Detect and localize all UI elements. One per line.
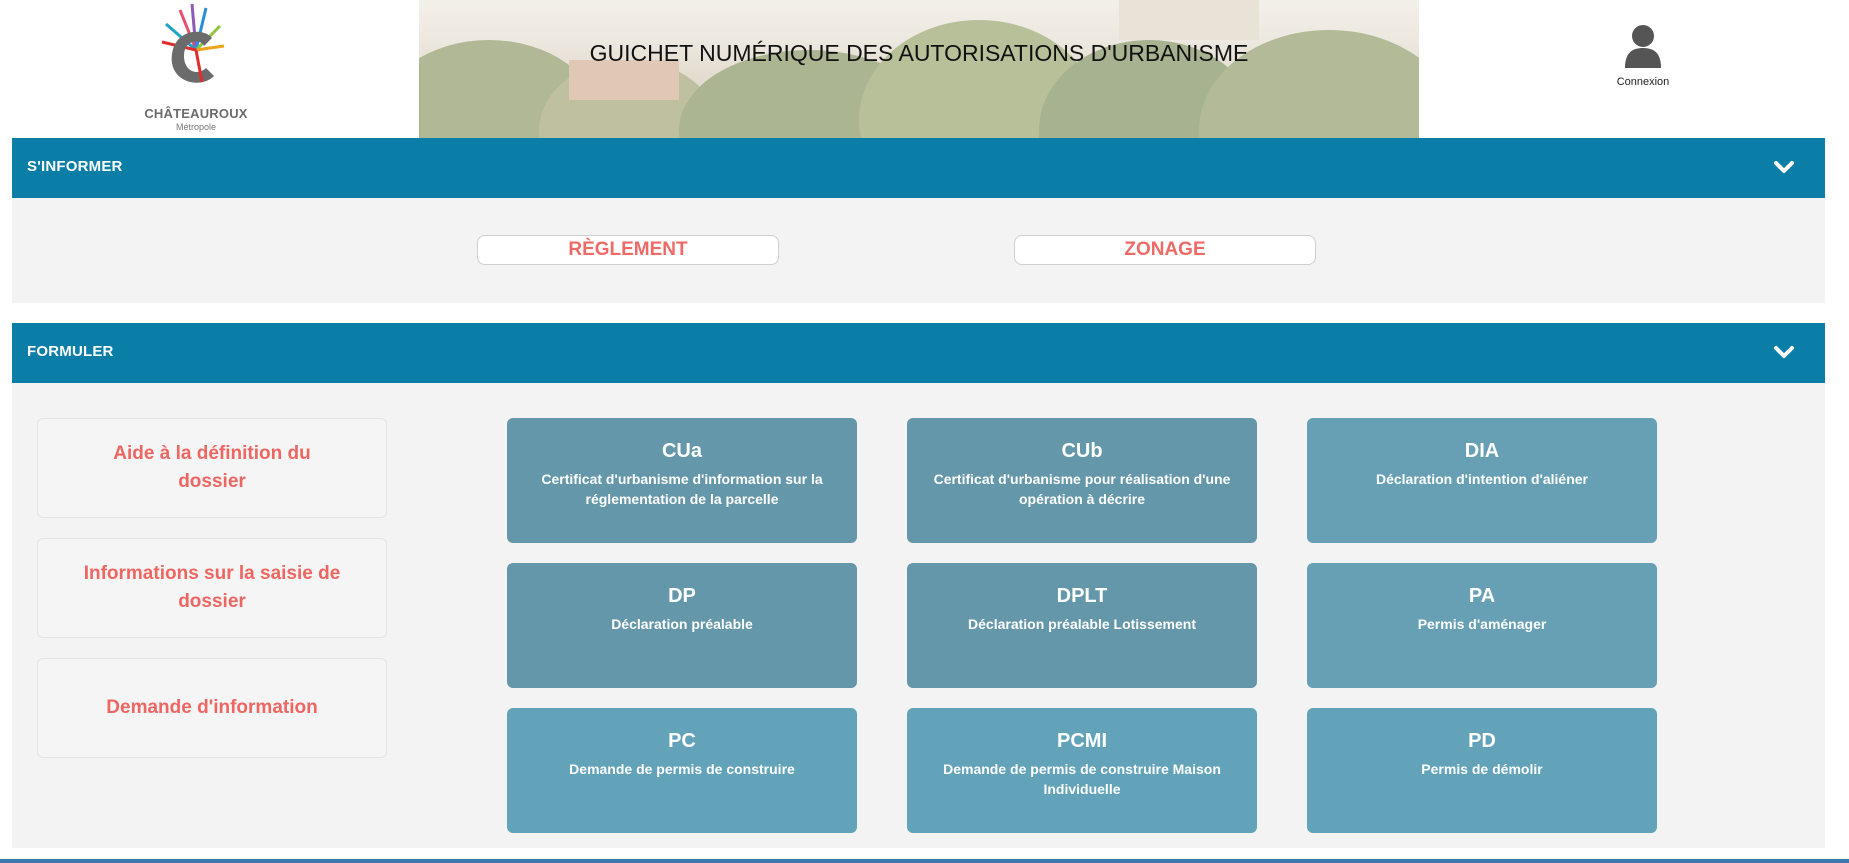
procedure-description: Demande de permis de construire	[569, 761, 795, 777]
formulate-section-title: FORMULER	[27, 343, 114, 360]
logo-subtitle: Métropole	[175, 122, 217, 132]
procedure-code: DIA	[1464, 440, 1500, 462]
header-banner: GUICHET NUMÉRIQUE DES AUTORISATIONS D'UR…	[419, 0, 1419, 138]
procedure-code: DP	[668, 585, 696, 607]
logo[interactable]: CHÂTEAUROUX Métropole	[136, 2, 256, 134]
login-button[interactable]: Connexion	[1600, 24, 1686, 94]
formulate-section-header[interactable]: FORMULER	[12, 323, 1825, 383]
zonage-button[interactable]: ZONAGE	[1014, 235, 1316, 265]
side-link-aide-definition[interactable]: Aide à la définition du dossier	[37, 418, 387, 518]
footer-divider	[0, 859, 1849, 863]
procedure-code: CUb	[1061, 440, 1103, 462]
inform-section-header[interactable]: S'INFORMER	[12, 138, 1825, 198]
procedure-code: PD	[1468, 730, 1496, 752]
formulate-section-body: Aide à la définition du dossier Informat…	[12, 383, 1825, 848]
procedure-description: Déclaration préalable	[611, 616, 753, 632]
procedure-description: Certificat d'urbanisme d'information sur…	[541, 471, 823, 507]
chevron-down-icon[interactable]	[1773, 341, 1795, 363]
reglement-button[interactable]: RÈGLEMENT	[477, 235, 779, 265]
procedure-description: Permis d'aménager	[1417, 616, 1547, 632]
procedure-code: PA	[1468, 585, 1496, 607]
procedure-tile-pcmi[interactable]: PCMI Demande de permis de construire Mais…	[907, 708, 1257, 833]
procedure-tile-dia[interactable]: DIA Déclaration d'intention d'aliéner	[1307, 418, 1657, 543]
procedure-description: Déclaration d'intention d'aliéner	[1375, 471, 1589, 487]
header: CHÂTEAUROUX Métropole GUICHET NUMÉRIQUE …	[0, 0, 1849, 138]
procedure-code: DPLT	[1056, 585, 1108, 607]
inform-section-body: RÈGLEMENT ZONAGE	[12, 198, 1825, 303]
procedure-tile-dp[interactable]: DP Déclaration préalable	[507, 563, 857, 688]
side-link-demande-information[interactable]: Demande d'information	[37, 658, 387, 758]
procedure-code: PCMI	[1057, 730, 1107, 752]
chevron-down-icon[interactable]	[1773, 156, 1795, 178]
chateauroux-logo-icon	[161, 3, 225, 83]
page-title: GUICHET NUMÉRIQUE DES AUTORISATIONS D'UR…	[589, 40, 1249, 66]
page: CHÂTEAUROUX Métropole GUICHET NUMÉRIQUE …	[0, 0, 1849, 863]
login-label: Connexion	[1616, 76, 1670, 88]
user-icon	[1625, 25, 1661, 68]
procedure-code: PC	[668, 730, 696, 752]
procedure-tile-cub[interactable]: CUb Certificat d'urbanisme pour réalisati…	[907, 418, 1257, 543]
procedure-tile-pa[interactable]: PA Permis d'aménager	[1307, 563, 1657, 688]
procedure-tile-pc[interactable]: PC Demande de permis de construire	[507, 708, 857, 833]
procedure-description: Permis de démolir	[1421, 761, 1543, 777]
procedure-tile-cua[interactable]: CUa Certificat d'urbanisme d'information …	[507, 418, 857, 543]
procedure-tile-dplt[interactable]: DPLT Déclaration préalable Lotissement	[907, 563, 1257, 688]
procedure-description: Demande de permis de construire Maison I…	[943, 761, 1221, 797]
procedure-code: CUa	[661, 440, 702, 462]
inform-section-title: S'INFORMER	[27, 158, 123, 175]
side-link-informations-saisie[interactable]: Informations sur la saisie de dossier	[37, 538, 387, 638]
procedure-description: Déclaration préalable Lotissement	[968, 616, 1196, 632]
procedure-description: Certificat d'urbanisme pour réalisation …	[933, 471, 1231, 507]
logo-title: CHÂTEAUROUX	[144, 106, 248, 121]
procedure-tile-pd[interactable]: PD Permis de démolir	[1307, 708, 1657, 833]
